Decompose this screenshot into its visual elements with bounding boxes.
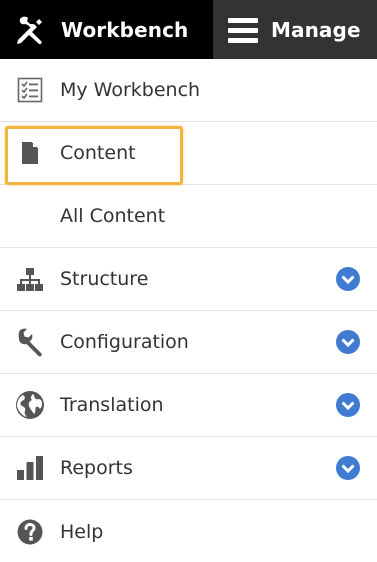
menu-item-label: All Content [60,205,166,227]
chevron-down-icon[interactable] [334,265,362,293]
tools-icon [13,12,49,48]
globe-icon [14,389,46,421]
menu-item-configuration[interactable]: Configuration [0,311,377,374]
menu-item-label: Translation [60,394,164,416]
tab-manage-label: Manage [271,17,361,42]
document-icon [14,137,46,169]
chevron-down-icon[interactable] [334,391,362,419]
tab-manage[interactable]: Manage [213,0,377,59]
tab-workbench[interactable]: Workbench [0,0,213,59]
menu-item-label: Help [60,520,104,543]
admin-menu: My Workbench Content All Content Structu… [0,59,377,562]
chevron-down-icon[interactable] [334,328,362,356]
toolbar: Workbench Manage [0,0,377,59]
menu-item-structure[interactable]: Structure [0,248,377,311]
menu-item-label: Configuration [60,331,189,353]
menu-item-label: Reports [60,457,133,479]
menu-item-help[interactable]: Help [0,500,377,562]
menu-item-label: Content [60,142,136,164]
menu-item-label: Structure [60,268,149,290]
menu-item-label: My Workbench [60,79,201,101]
menu-item-reports[interactable]: Reports [0,437,377,500]
wrench-icon [14,326,46,358]
sitemap-icon [14,263,46,295]
bar-chart-icon [14,452,46,484]
menu-item-all-content[interactable]: All Content [0,185,377,248]
hamburger-icon [227,14,259,46]
tab-workbench-label: Workbench [61,17,189,42]
question-icon [14,516,46,548]
menu-item-content[interactable]: Content [0,122,377,185]
menu-item-my-workbench[interactable]: My Workbench [0,59,377,122]
chevron-down-icon[interactable] [334,454,362,482]
checklist-icon [14,74,46,106]
menu-item-translation[interactable]: Translation [0,374,377,437]
